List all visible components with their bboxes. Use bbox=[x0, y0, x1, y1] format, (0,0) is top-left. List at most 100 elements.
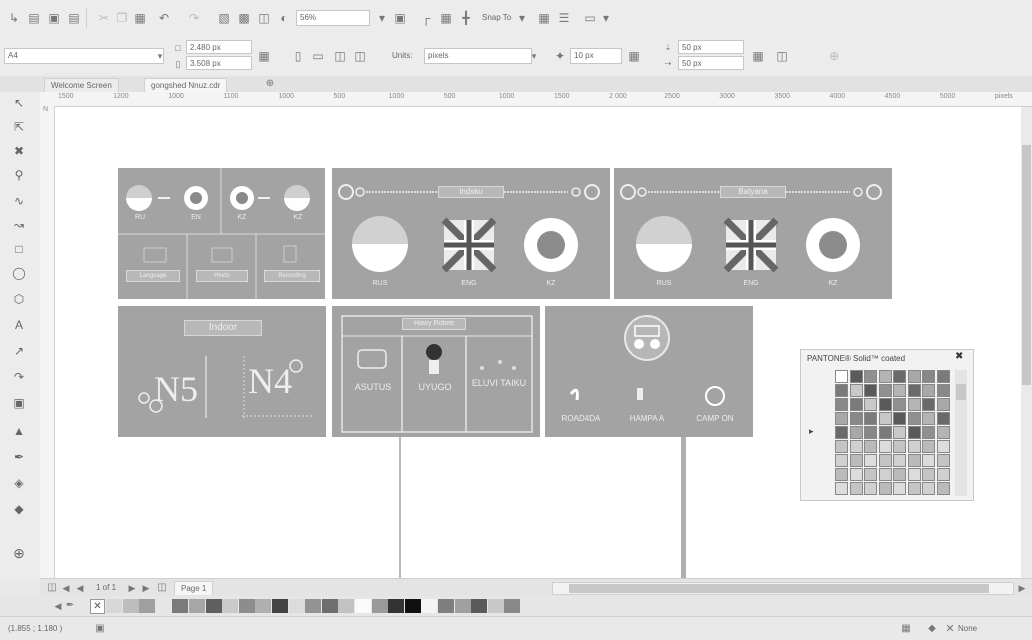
pantone-swatch[interactable] bbox=[878, 370, 892, 383]
quick-customize-icon[interactable]: ⊕ bbox=[10, 544, 28, 562]
horizontal-ruler[interactable]: 1500 1200 1000 1100 1000 500 1000 500 1000 1500 2 … bbox=[40, 92, 1032, 107]
pantone-swatch[interactable] bbox=[922, 370, 935, 383]
pantone-swatch[interactable] bbox=[864, 370, 877, 383]
crop-tool-icon[interactable]: ✖ bbox=[10, 142, 28, 160]
pantone-swatch[interactable] bbox=[922, 398, 935, 411]
page-tab[interactable]: Page 1 bbox=[174, 581, 214, 595]
pantone-swatch[interactable] bbox=[936, 468, 950, 481]
nudge-spinner-icon[interactable]: ▦ bbox=[626, 48, 642, 64]
pantone-scrollbar[interactable] bbox=[955, 370, 967, 496]
pantone-swatch[interactable] bbox=[849, 412, 863, 425]
pantone-swatch[interactable] bbox=[936, 454, 950, 467]
pantone-swatch[interactable] bbox=[864, 426, 877, 439]
page-size-dropdown-icon[interactable]: ▾ bbox=[152, 48, 168, 64]
pantone-swatch[interactable] bbox=[907, 370, 921, 383]
pantone-swatch[interactable] bbox=[864, 468, 877, 481]
quick-customize-icon[interactable]: ⊕ bbox=[826, 48, 842, 64]
pantone-palette-window[interactable]: PANTONE® Solid™ coated ✖ ▸ bbox=[800, 349, 974, 501]
palette-swatch[interactable] bbox=[504, 599, 521, 613]
pantone-swatch[interactable] bbox=[893, 384, 906, 397]
pantone-swatch[interactable] bbox=[936, 482, 950, 495]
eyedropper-tool-icon[interactable]: ✒ bbox=[10, 448, 28, 466]
pantone-swatch[interactable] bbox=[878, 454, 892, 467]
palette-swatch[interactable] bbox=[272, 599, 288, 613]
close-icon[interactable]: ✖ bbox=[955, 351, 963, 362]
horizontal-scrollbar[interactable] bbox=[552, 582, 1014, 595]
fill-icon[interactable]: ◆ bbox=[924, 621, 940, 637]
publish-icon[interactable]: ◫ bbox=[256, 10, 272, 26]
pantone-swatch[interactable] bbox=[878, 398, 892, 411]
pantone-swatch[interactable] bbox=[835, 426, 848, 439]
show-rulers-icon[interactable]: ┌ bbox=[418, 10, 434, 26]
transparency-tool-icon[interactable]: ▲ bbox=[10, 422, 28, 440]
palette-swatch[interactable] bbox=[205, 599, 222, 613]
pantone-swatch[interactable] bbox=[893, 398, 906, 411]
language-button[interactable]: Language bbox=[126, 270, 180, 282]
vertical-ruler[interactable]: N bbox=[40, 106, 55, 578]
copy-icon[interactable]: ❐ bbox=[114, 10, 130, 26]
text-tool-icon[interactable]: A bbox=[10, 316, 28, 334]
pantone-swatch[interactable] bbox=[835, 370, 848, 383]
palette-swatch[interactable] bbox=[454, 599, 471, 613]
show-grid-icon[interactable]: ▦ bbox=[438, 10, 454, 26]
undo-icon[interactable]: ↶ bbox=[156, 10, 172, 26]
palette-swatch[interactable] bbox=[355, 599, 371, 613]
units-select[interactable]: pixels bbox=[424, 48, 532, 64]
page-height-field[interactable]: 3.508 px bbox=[186, 56, 252, 70]
scroll-right-icon[interactable]: ▶ bbox=[1014, 580, 1030, 596]
freehand-tool-icon[interactable]: ∿ bbox=[10, 192, 28, 210]
pantone-swatch[interactable] bbox=[922, 426, 935, 439]
palette-swatch[interactable] bbox=[139, 599, 156, 613]
export-icon[interactable]: ▩ bbox=[236, 10, 252, 26]
add-tab-icon[interactable]: ⊕ bbox=[262, 76, 278, 92]
pantone-swatch[interactable] bbox=[936, 384, 950, 397]
pantone-swatch[interactable] bbox=[878, 468, 892, 481]
parallel-dimension-icon[interactable]: ↗ bbox=[10, 342, 28, 360]
language-panel-indsku[interactable]: Indsku RUS ENG KZ bbox=[332, 168, 610, 299]
pantone-swatch[interactable] bbox=[864, 454, 877, 467]
pantone-swatch[interactable] bbox=[907, 482, 921, 495]
pantone-swatch[interactable] bbox=[835, 412, 848, 425]
artistic-media-icon[interactable]: ↝ bbox=[10, 216, 28, 234]
palette-swatch[interactable] bbox=[238, 599, 255, 613]
pantone-swatch-grid[interactable] bbox=[835, 370, 953, 496]
page-width-field[interactable]: 2.480 px bbox=[186, 40, 252, 54]
treat-as-filled-icon[interactable]: ◫ bbox=[774, 48, 790, 64]
zoom-select[interactable]: 56% bbox=[296, 10, 370, 26]
full-screen-icon[interactable]: ▣ bbox=[392, 10, 408, 26]
pantone-swatch[interactable] bbox=[907, 426, 921, 439]
location-panel[interactable]: Hawy Robee ASUTUS UYUGO ELUVI TAIKU bbox=[332, 306, 540, 437]
last-page-icon[interactable]: ▶ bbox=[138, 580, 154, 596]
align-icon[interactable]: ☰ bbox=[556, 10, 572, 26]
pantone-swatch[interactable] bbox=[936, 412, 950, 425]
open-icon[interactable]: ▤ bbox=[26, 10, 42, 26]
palette-swatch[interactable] bbox=[471, 599, 488, 613]
duplicate-spinner-icon[interactable]: ▦ bbox=[750, 48, 766, 64]
pantone-swatch[interactable] bbox=[864, 482, 877, 495]
pantone-swatch[interactable] bbox=[849, 426, 863, 439]
services-panel[interactable]: ROAD4DA HAMPA A CAMP ON bbox=[545, 306, 753, 437]
palette-swatch[interactable] bbox=[122, 599, 139, 613]
paste-icon[interactable]: ▦ bbox=[132, 10, 148, 26]
width-height-spinner-icon[interactable]: ▦ bbox=[256, 48, 272, 64]
cut-icon[interactable]: ✂ bbox=[96, 10, 112, 26]
pantone-swatch[interactable] bbox=[849, 454, 863, 467]
connector-tool-icon[interactable]: ↷ bbox=[10, 368, 28, 386]
nudge-distance-field[interactable]: 10 px bbox=[570, 48, 622, 64]
zoom-dropdown-icon[interactable]: ▾ bbox=[374, 10, 390, 26]
pantone-swatch[interactable] bbox=[922, 468, 935, 481]
pantone-swatch[interactable] bbox=[864, 398, 877, 411]
pantone-swatch[interactable] bbox=[864, 412, 877, 425]
pantone-swatch[interactable] bbox=[907, 384, 921, 397]
pantone-swatch[interactable] bbox=[849, 468, 863, 481]
portrait-icon[interactable]: ▯ bbox=[290, 48, 306, 64]
palette-swatch[interactable] bbox=[321, 599, 338, 613]
pantone-swatch[interactable] bbox=[922, 440, 935, 453]
pantone-swatch[interactable] bbox=[878, 384, 892, 397]
application-launcher-icon[interactable]: ◐ bbox=[276, 10, 292, 26]
palette-swatch[interactable] bbox=[388, 599, 405, 613]
document-icon[interactable]: ▣ bbox=[92, 621, 108, 637]
add-page-after-icon[interactable]: ◫ bbox=[154, 580, 170, 596]
pantone-swatch[interactable] bbox=[878, 426, 892, 439]
palette-swatch[interactable] bbox=[155, 599, 172, 613]
